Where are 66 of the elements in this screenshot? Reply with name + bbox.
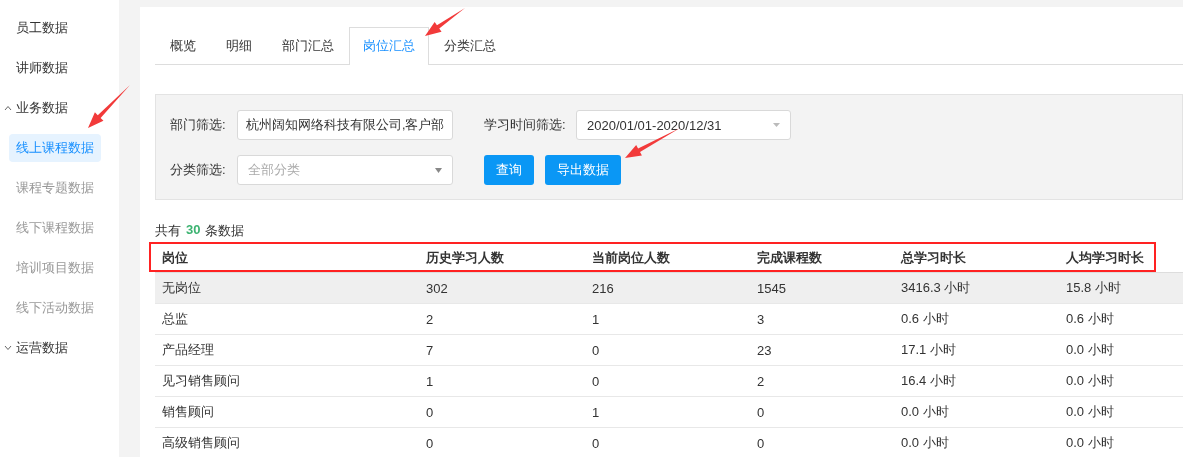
column-header: 总学习时长 xyxy=(901,249,966,267)
table-cell: 0 xyxy=(426,404,434,420)
table-row[interactable]: 总监 2 1 3 0.6 小时 0.6 小时 xyxy=(155,304,1183,335)
caret-icon xyxy=(773,123,780,127)
summary-text: 条数据 xyxy=(205,222,245,240)
filter-label: 部门筛选: xyxy=(170,116,227,134)
sidebar-item[interactable]: 讲师数据 xyxy=(16,57,68,79)
table-row[interactable]: 产品经理 7 0 23 17.1 小时 0.0 小时 xyxy=(155,335,1183,366)
table-cell: 2 xyxy=(426,311,434,327)
table-cell: 1 xyxy=(592,404,600,420)
column-header: 当前岗位人数 xyxy=(592,249,670,267)
table-cell: 0.0 小时 xyxy=(1066,403,1114,421)
table-cell: 3416.3 小时 xyxy=(901,279,971,297)
table-cell: 15.8 小时 xyxy=(1066,279,1121,297)
sidebar-item[interactable]: 员工数据 xyxy=(16,17,68,39)
table-cell: 302 xyxy=(426,280,448,296)
table-cell: 1 xyxy=(426,373,434,389)
table-cell: 0 xyxy=(592,373,600,389)
table-cell: 0 xyxy=(426,435,434,451)
column-header: 岗位 xyxy=(162,249,188,267)
table-row[interactable]: 见习销售顾问 1 0 2 16.4 小时 0.0 小时 xyxy=(155,366,1183,397)
filter-label: 学习时间筛选: xyxy=(484,116,567,134)
column-header: 完成课程数 xyxy=(757,249,822,267)
table-cell: 0.0 小时 xyxy=(1066,372,1114,390)
table-cell: 产品经理 xyxy=(162,341,214,359)
table-cell: 0.0 小时 xyxy=(1066,341,1114,359)
record-count: 30 xyxy=(186,222,201,239)
table-cell: 16.4 小时 xyxy=(901,372,956,390)
table-cell: 销售顾问 xyxy=(162,403,214,421)
table-cell: 3 xyxy=(757,311,765,327)
column-header: 历史学习人数 xyxy=(426,249,504,267)
table-cell: 1545 xyxy=(757,280,786,296)
table-cell: 7 xyxy=(426,342,434,358)
table-row[interactable]: 无岗位 302 216 1545 3416.3 小时 15.8 小时 xyxy=(155,273,1183,304)
summary-text: 共有 xyxy=(155,222,181,240)
filter-label: 分类筛选: xyxy=(170,161,227,179)
table-cell: 216 xyxy=(592,280,614,296)
table-row[interactable]: 销售顾问 0 1 0 0.0 小时 0.0 小时 xyxy=(155,397,1183,428)
table-cell: 总监 xyxy=(162,310,188,328)
sidebar-group[interactable]: 运营数据 xyxy=(16,337,68,359)
table-cell: 17.1 小时 xyxy=(901,341,956,359)
table-cell: 0.6 小时 xyxy=(901,310,949,328)
table-cell: 1 xyxy=(592,311,600,327)
column-header: 人均学习时长 xyxy=(1066,249,1144,267)
table-row[interactable]: 高级销售顾问 0 0 0 0.0 小时 0.0 小时 xyxy=(155,428,1183,457)
table-cell: 无岗位 xyxy=(162,279,201,297)
table-cell: 见习销售顾问 xyxy=(162,372,240,390)
sidebar-group[interactable]: 业务数据 xyxy=(16,97,68,119)
table-cell: 0.6 小时 xyxy=(1066,310,1114,328)
tab[interactable]: 明细 xyxy=(211,27,267,64)
caret-icon xyxy=(435,167,442,173)
table-cell: 0.0 小时 xyxy=(1066,434,1114,452)
table-cell: 0.0 小时 xyxy=(901,403,949,421)
table-cell: 23 xyxy=(757,342,772,358)
tab[interactable]: 分类汇总 xyxy=(429,27,511,64)
table-cell: 2 xyxy=(757,373,765,389)
table-cell: 0 xyxy=(757,435,765,451)
table-cell: 高级销售顾问 xyxy=(162,434,240,452)
tab[interactable]: 部门汇总 xyxy=(267,27,349,64)
date-range-field[interactable]: 2020/01/01-2020/12/31 xyxy=(576,110,791,140)
table-cell: 0 xyxy=(592,342,600,358)
tab[interactable]: 概览 xyxy=(155,27,211,64)
table-cell: 0.0 小时 xyxy=(901,434,949,452)
table-cell: 0 xyxy=(757,404,765,420)
table-cell: 0 xyxy=(592,435,600,451)
department-field[interactable]: 杭州阔知网络科技有限公司,客户部 xyxy=(237,110,453,140)
